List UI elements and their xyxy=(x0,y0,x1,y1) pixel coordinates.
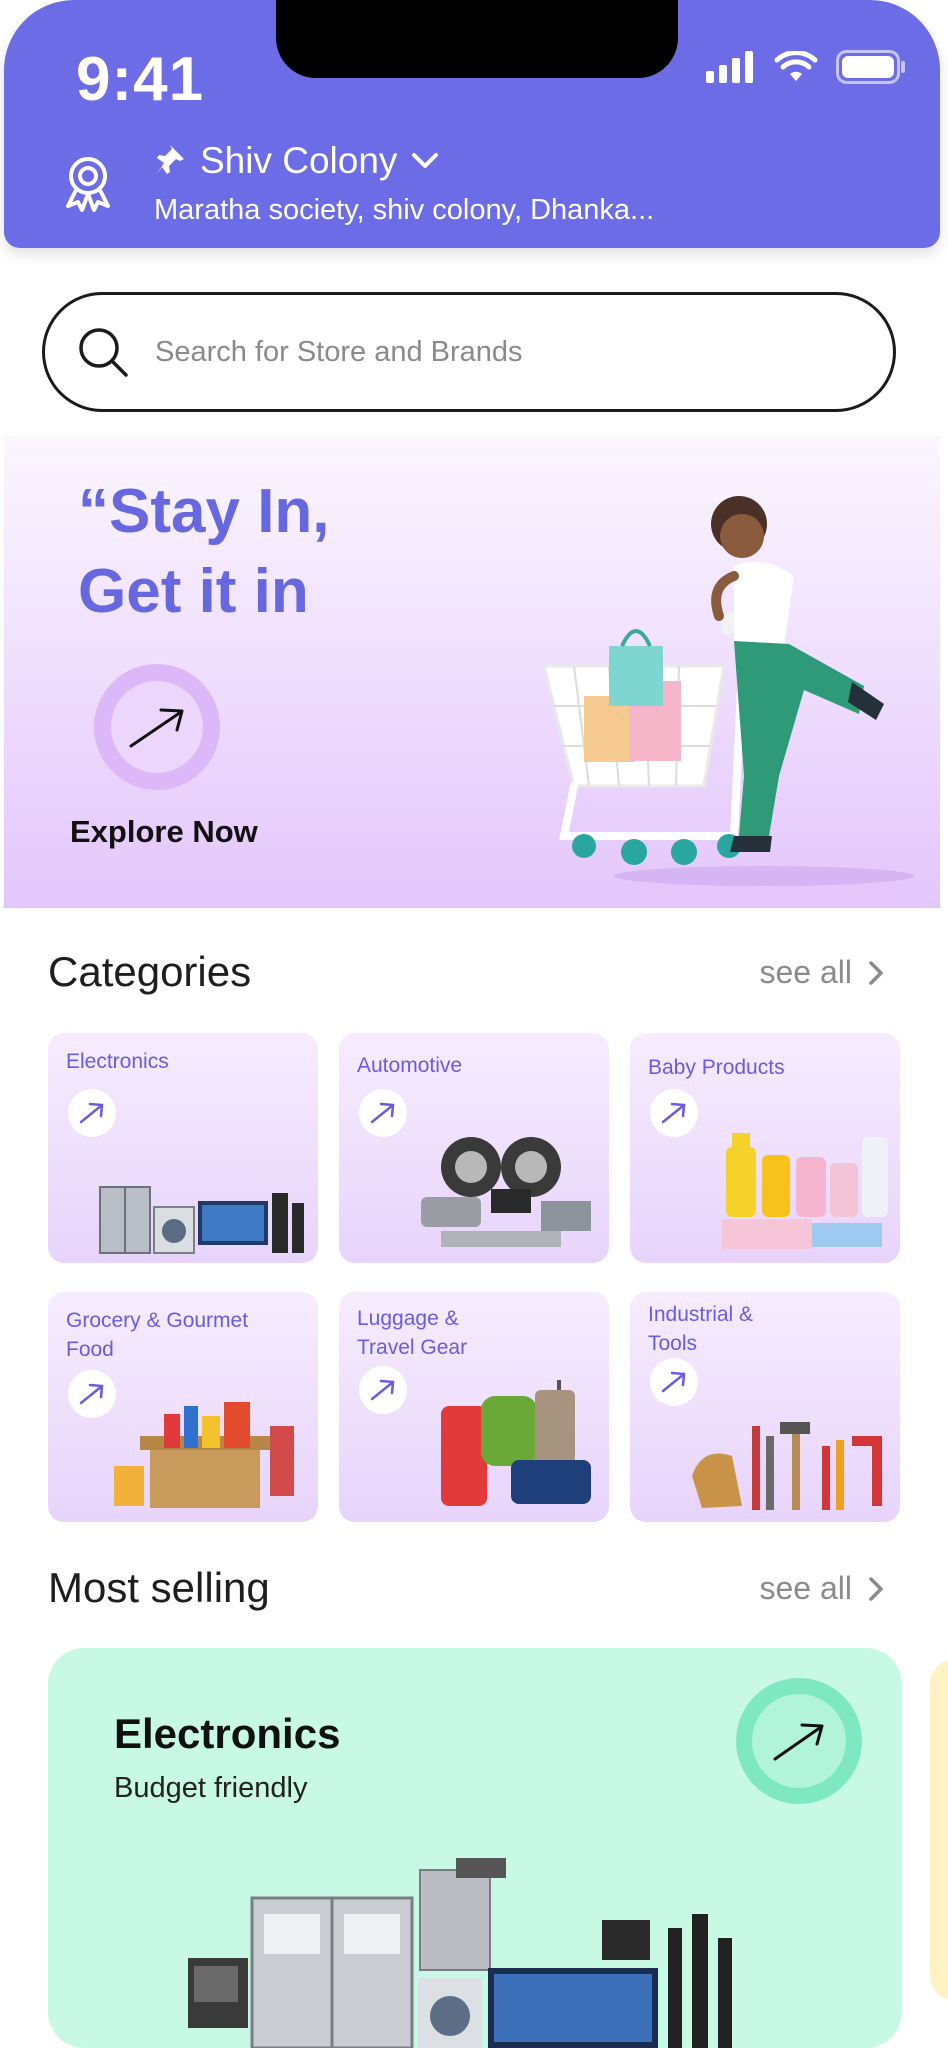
location-selector[interactable]: Shiv Colony xyxy=(154,140,439,182)
arrow-up-right-icon xyxy=(79,1383,104,1405)
category-card-baby-products[interactable]: Baby Products xyxy=(630,1033,900,1263)
most-selling-card-electronics[interactable]: Electronics Budget friendly xyxy=(48,1648,902,2048)
category-label: Grocery & Gourmet Food xyxy=(66,1309,249,1361)
industrial-tools-image xyxy=(692,1422,882,1510)
category-card-luggage[interactable]: Luggage & Travel Gear xyxy=(339,1292,609,1522)
categories-title: Categories xyxy=(48,948,252,995)
hero-headline-line1: “Stay In, xyxy=(78,477,330,546)
most-selling-title: Most selling xyxy=(48,1564,270,1611)
category-open-button[interactable] xyxy=(650,1358,698,1406)
hero-headline-line2: Get it in xyxy=(78,557,309,626)
search-icon xyxy=(79,328,128,377)
category-open-button[interactable] xyxy=(359,1366,407,1414)
categories-see-all-link[interactable]: see all xyxy=(760,954,885,991)
arrow-up-right-icon xyxy=(370,1102,395,1124)
status-icons xyxy=(706,50,906,84)
electronics-appliances-image xyxy=(99,1186,304,1254)
woman-shopping-cart-illustration xyxy=(542,496,914,886)
category-label: Baby Products xyxy=(648,1056,785,1079)
category-card-automotive[interactable]: Automotive xyxy=(339,1033,609,1263)
explore-now-button[interactable] xyxy=(94,664,220,790)
hero-banner[interactable]: “Stay In, Get it in Explore Now xyxy=(4,436,940,908)
wifi-icon xyxy=(774,51,818,81)
explore-now-label[interactable]: Explore Now xyxy=(70,814,258,850)
category-open-button[interactable] xyxy=(650,1089,698,1137)
location-address: Maratha society, shiv colony, Dhanka... xyxy=(154,194,655,226)
most-selling-next-card-peek[interactable] xyxy=(930,1660,948,2000)
arrow-up-right-icon xyxy=(370,1379,395,1401)
category-label: Industrial & Tools xyxy=(648,1303,754,1355)
status-time: 9:41 xyxy=(76,45,205,114)
arrow-up-right-icon xyxy=(661,1371,686,1393)
category-card-grocery[interactable]: Grocery & Gourmet Food xyxy=(48,1292,318,1522)
category-open-button[interactable] xyxy=(359,1089,407,1137)
arrow-up-right-icon xyxy=(129,708,184,748)
arrow-up-right-icon xyxy=(79,1102,104,1124)
category-label: Electronics xyxy=(66,1050,169,1073)
chevron-right-icon xyxy=(869,960,883,985)
app-header: 9:41 Shiv Colony Maratha society, shiv c… xyxy=(4,0,940,248)
arrow-up-right-icon xyxy=(661,1102,686,1124)
automotive-parts-image xyxy=(421,1137,591,1247)
baby-products-image xyxy=(722,1133,888,1249)
category-label: Automotive xyxy=(357,1054,463,1077)
electronics-appliances-image xyxy=(188,1858,732,2048)
categories-see-all-label: see all xyxy=(759,954,853,990)
category-label: Luggage & Travel Gear xyxy=(357,1307,468,1359)
category-card-electronics[interactable]: Electronics xyxy=(48,1033,318,1263)
battery-icon xyxy=(836,50,905,84)
chevron-down-icon xyxy=(412,153,439,168)
category-card-industrial-tools[interactable]: Industrial & Tools xyxy=(630,1292,900,1522)
pin-icon xyxy=(156,145,184,175)
chevron-right-icon xyxy=(869,1576,883,1601)
search-input[interactable] xyxy=(153,334,857,370)
grocery-box-image xyxy=(114,1402,294,1508)
signal-icon xyxy=(706,51,753,83)
search-bar[interactable] xyxy=(42,292,896,412)
category-open-button[interactable] xyxy=(68,1370,116,1418)
location-badge-icon[interactable] xyxy=(58,152,118,212)
most-selling-open-button[interactable] xyxy=(736,1678,862,1804)
luggage-image xyxy=(441,1380,591,1506)
device-notch xyxy=(276,0,678,78)
location-title: Shiv Colony xyxy=(200,140,398,181)
arrow-up-right-icon xyxy=(773,1723,824,1761)
most-selling-card-title: Electronics xyxy=(114,1710,341,1757)
category-open-button[interactable] xyxy=(68,1089,116,1137)
most-selling-see-all-label: see all xyxy=(759,1570,853,1606)
most-selling-see-all-link[interactable]: see all xyxy=(760,1570,885,1607)
most-selling-card-subtitle: Budget friendly xyxy=(114,1772,308,1804)
